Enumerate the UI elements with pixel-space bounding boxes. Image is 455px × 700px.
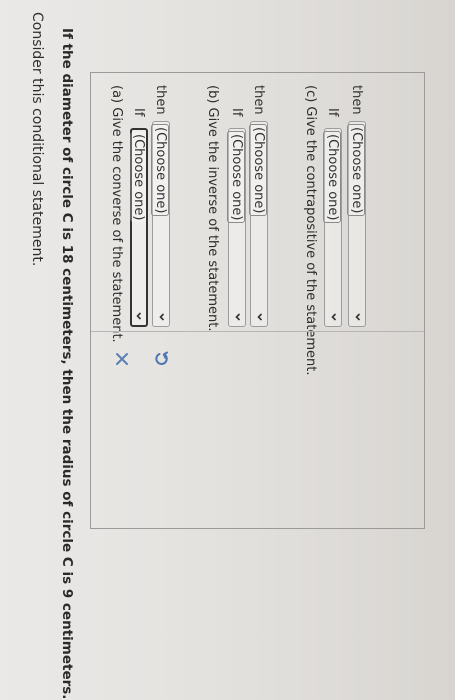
part-c-if-label: If: [325, 108, 340, 117]
part-c-then-select[interactable]: (Choose one): [347, 121, 366, 327]
chevron-down-icon: [353, 312, 363, 322]
close-icon: [110, 351, 130, 367]
part-b-heading: (b) Give the inverse of the statement.: [205, 85, 220, 332]
part-b-if-select[interactable]: (Choose one): [227, 128, 246, 327]
chevron-down-icon: [329, 312, 339, 322]
part-c-if-value: (Choose one): [323, 131, 341, 224]
undo-button[interactable]: [146, 345, 174, 373]
part-a-then-label: then: [153, 85, 168, 115]
part-a-heading: (a) Give the converse of the statement.: [109, 85, 124, 343]
part-c-if-select[interactable]: (Choose one): [323, 128, 342, 327]
photo-stage: Consider this conditional statement. If …: [0, 0, 455, 700]
chevron-down-icon: [233, 312, 243, 322]
part-b-then-value: (Choose one): [249, 124, 267, 217]
intro-text: Consider this conditional statement.: [29, 12, 45, 267]
chevron-down-icon: [157, 312, 167, 322]
part-b-then-label: then: [251, 85, 266, 115]
part-c-then-label: then: [349, 85, 364, 115]
part-b-if-value: (Choose one): [227, 131, 245, 224]
undo-icon: [149, 350, 171, 368]
part-a-if-value: (Choose one): [130, 132, 146, 223]
chevron-down-icon: [134, 311, 144, 321]
clear-answer-button[interactable]: [106, 345, 134, 373]
action-column: [91, 342, 424, 402]
chevron-down-icon: [255, 312, 265, 322]
part-b-if-label: If: [229, 108, 244, 117]
part-a-then-value: (Choose one): [151, 124, 169, 217]
part-a-if-select[interactable]: (Choose one): [130, 128, 148, 327]
panel-divider: [91, 331, 424, 332]
part-a-then-select[interactable]: (Choose one): [151, 121, 170, 327]
part-c-then-value: (Choose one): [347, 124, 365, 217]
question-page: Consider this conditional statement. If …: [0, 0, 455, 700]
answer-panel: (a) Give the converse of the statement. …: [90, 72, 425, 529]
conditional-statement: If the diameter of circle C is 18 centim…: [59, 28, 75, 700]
part-a-if-label: If: [131, 108, 146, 117]
part-b-then-select[interactable]: (Choose one): [249, 121, 268, 327]
